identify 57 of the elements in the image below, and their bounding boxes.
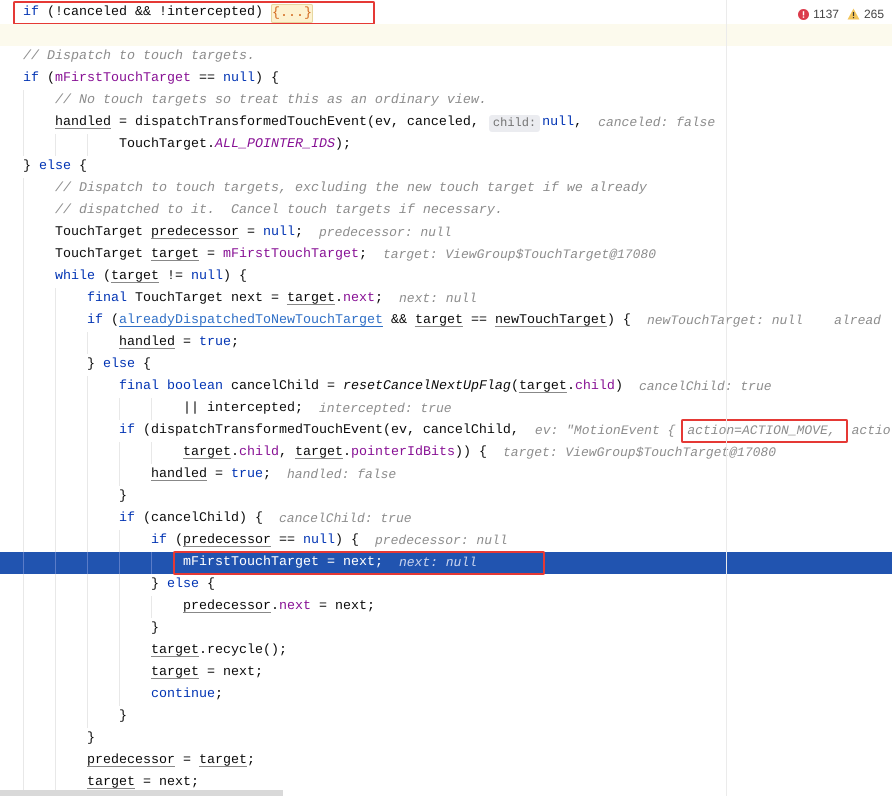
code-text: target.child, target.pointerIdBits)) {: [183, 444, 488, 462]
inlay-hint: cancelChild: true: [278, 510, 412, 528]
code-text: while (target != null) {: [55, 268, 247, 286]
code-text: if (cancelChild) {: [119, 510, 264, 528]
code-text: if (dispatchTransformedTouchEvent(ev, cancelChild,: [119, 422, 520, 440]
code-text: }: [119, 488, 127, 506]
code-text: target.recycle();: [151, 642, 287, 660]
code-text: // No touch targets so treat this as an ordinary view.: [55, 92, 487, 110]
code-text: if (alreadyDispatchedToNewTouchTarget && target == newTouchTarget) {: [87, 312, 632, 330]
inlay-hint: ev: "MotionEvent {: [534, 422, 676, 440]
code-text: continue;: [151, 686, 223, 704]
inlay-hint: predecessor: null: [374, 532, 508, 550]
code-text: }: [87, 730, 95, 748]
code-text: predecessor = target;: [87, 752, 255, 770]
inlay-hint: action=ACTION_MOVE,: [687, 422, 836, 440]
code-text: if (predecessor == null) {: [151, 532, 360, 550]
parameter-hint: child:: [488, 114, 540, 132]
code-text: TouchTarget.ALL_POINTER_IDS);: [119, 136, 351, 154]
inlay-hint: next: null: [398, 290, 477, 308]
code-text: }: [151, 620, 159, 638]
inlay-hint: actio: [852, 422, 891, 440]
code-text: || intercepted;: [183, 400, 304, 418]
code-text: target = next;: [151, 664, 263, 682]
code-text: if (mFirstTouchTarget == null) {: [23, 70, 279, 88]
code-text: if (!canceled && !intercepted): [23, 4, 264, 22]
scrollbar-thumb[interactable]: [0, 790, 283, 796]
code-text: TouchTarget predecessor = null;: [55, 224, 304, 242]
inlay-hint: newTouchTarget: null alread: [646, 312, 881, 330]
inlay-hint: target: ViewGroup$TouchTarget@17080: [502, 444, 776, 462]
warning-icon: [846, 8, 860, 20]
code-text: predecessor.next = next;: [183, 598, 375, 616]
code-text: final boolean cancelChild = resetCancelNextUpFlag(target.child): [119, 378, 624, 396]
code-text: } else {: [23, 158, 87, 176]
code-text: } else {: [151, 576, 215, 594]
code-text: handled = dispatchTransformedTouchEvent(ev, canceled,: [55, 114, 480, 132]
code-text: final TouchTarget next = target.next;: [87, 290, 384, 308]
error-count[interactable]: 1137: [813, 5, 839, 23]
code-text: target = next;: [87, 774, 199, 792]
code-text: } else {: [87, 356, 151, 374]
code-text: mFirstTouchTarget = next;: [183, 554, 384, 572]
code-text: null,: [542, 114, 584, 132]
code-text: handled = true;: [119, 334, 239, 352]
code-text: handled = true;: [151, 466, 272, 484]
inlay-hint: next: null: [398, 554, 477, 572]
code-text: TouchTarget target = mFirstTouchTarget;: [55, 246, 368, 264]
inlay-hint: intercepted: true: [318, 400, 452, 418]
code-text: }: [119, 708, 127, 726]
inlay-hint: handled: false: [287, 466, 396, 484]
code-text: // Dispatch to touch targets, excluding the new touch target if we already: [55, 180, 647, 198]
code-text: // Dispatch to touch targets.: [23, 48, 255, 66]
warning-count[interactable]: 265: [864, 5, 884, 23]
inlay-hint: cancelChild: true: [638, 378, 772, 396]
code-text: // dispatched to it. Cancel touch targets if necessary.: [55, 202, 503, 220]
error-icon: [798, 8, 810, 20]
inlay-hint: canceled: false: [598, 114, 716, 132]
inlay-hint: predecessor: null: [318, 224, 452, 242]
inlay-hint: target: ViewGroup$TouchTarget@17080: [382, 246, 656, 264]
